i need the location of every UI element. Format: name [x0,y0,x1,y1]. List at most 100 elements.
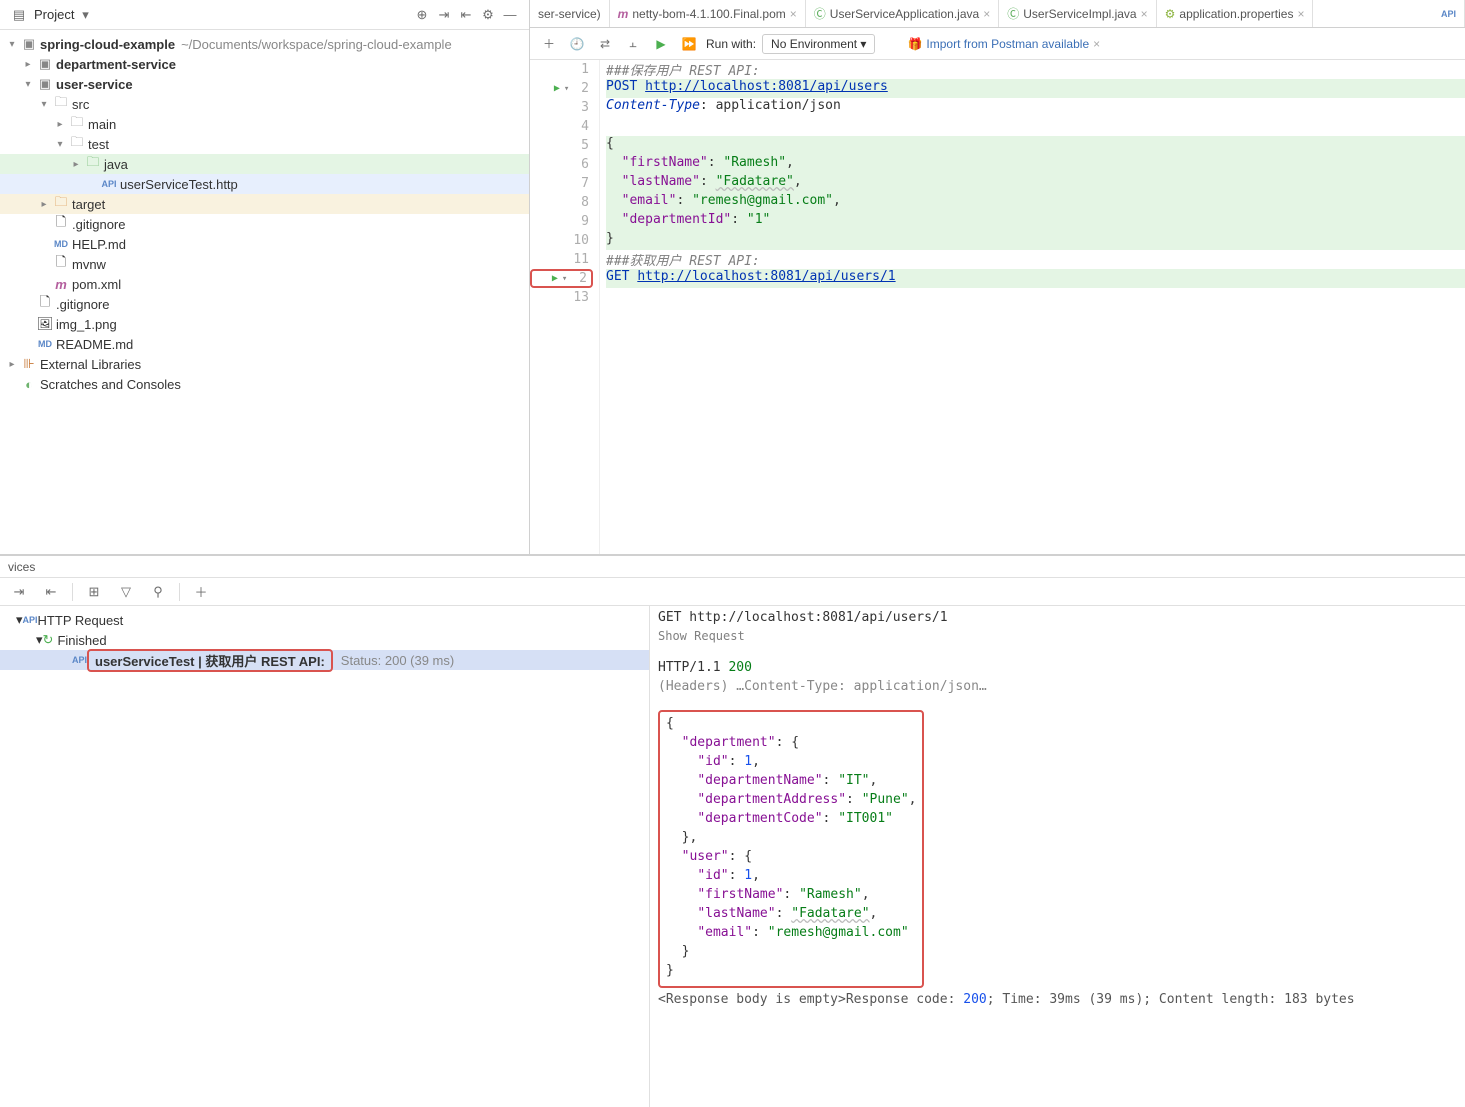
services-status-group[interactable]: ▾ ↻ Finished [0,630,649,650]
hide-icon[interactable]: — [499,4,521,26]
tree-item[interactable]: 🗋 .gitignore [0,294,529,314]
tree-item[interactable]: ▸ ⊪ External Libraries [0,354,529,374]
tree-label: HELP.md [72,237,126,252]
response-status: HTTP/1.1 [658,660,728,675]
tree-item[interactable]: ▾ 🗀 src [0,94,529,114]
code-str: "1" [747,212,770,227]
services-tab-label[interactable]: vices [0,556,1465,578]
request-icon[interactable]: ⫠ [622,33,644,55]
chevron-right-icon[interactable]: ▸ [68,159,84,170]
http-file-icon: API [1441,9,1456,19]
json-str: "IT" [838,773,869,788]
chevron-down-icon[interactable]: ▾ [52,139,68,150]
chevron-right-icon[interactable]: ▸ [36,199,52,210]
tree-item[interactable]: ▾ 🗀 test [0,134,529,154]
locate-icon[interactable]: ⊕ [411,4,433,26]
chevron-right-icon[interactable]: ▸ [4,359,20,370]
tree-item[interactable]: ▸ ▣ department-service [0,54,529,74]
response-footer: <Response body is empty>Response code: 2… [658,992,1457,1011]
project-tree[interactable]: ▾ ▣ spring-cloud-example ~/Documents/wor… [0,30,529,398]
chevron-down-icon[interactable]: ▾ [36,99,52,110]
tree-icon[interactable]: ⊞ [83,581,105,603]
close-icon[interactable]: × [1093,37,1100,51]
tree-item[interactable]: 🗋 .gitignore [0,214,529,234]
history-icon[interactable]: 🕘 [566,33,588,55]
close-icon[interactable]: × [983,7,990,21]
expand-icon[interactable]: ⇥ [433,4,455,26]
tab-text: vices [8,560,35,574]
run-gutter-icon[interactable]: ▶ [552,273,558,284]
code-prop: "departmentId" [622,212,732,227]
gear-icon[interactable]: ⚙ [477,4,499,26]
tree-item[interactable]: ▾ ▣ user-service [0,74,529,94]
services-request-item[interactable]: API userServiceTest | 获取用户 REST API: Sta… [0,650,649,670]
code-prop: "lastName" [622,174,700,189]
code-content[interactable]: ###保存用户 REST API: POST http://localhost:… [600,60,1465,554]
collapse-icon[interactable]: ⇤ [455,4,477,26]
code-url: http://localhost:8081/api/users/1 [637,269,895,284]
response-view[interactable]: GET http://localhost:8081/api/users/1 Sh… [650,606,1465,1107]
tab-label: UserServiceImpl.java [1023,7,1136,21]
add-icon[interactable]: ＋ [190,581,212,603]
brace: } [666,963,916,982]
project-title: Project [34,7,74,22]
run-gutter-icon[interactable]: ▶ [554,83,560,94]
image-icon: 🖼 [36,316,54,332]
tree-label: .gitignore [56,297,109,312]
editor-tab-more[interactable]: API [1433,0,1465,27]
tree-label: test [88,137,109,152]
tree-item[interactable]: ▸ 🗀 java [0,154,529,174]
convert-icon[interactable]: ⇄ [594,33,616,55]
json-key: "user" [682,849,729,864]
code-editor[interactable]: 1 ▶▾ 2 3 4 5 6 7 8 9 10 11 ▶▾ 2 13 ###保存… [530,60,1465,554]
code-str: "remesh@gmail.com" [692,193,833,208]
run-all-icon[interactable]: ⏩ [678,33,700,55]
root-path: ~/Documents/workspace/spring-cloud-examp… [181,37,452,52]
close-icon[interactable]: × [1141,7,1148,21]
editor-tab[interactable]: ⒸUserServiceApplication.java× [806,0,999,27]
http-icon: API [72,655,87,665]
tree-item[interactable]: MD README.md [0,334,529,354]
import-postman-link[interactable]: 🎁 Import from Postman available × [907,37,1100,51]
close-icon[interactable]: × [1297,7,1304,21]
chevron-right-icon[interactable]: ▸ [52,119,68,130]
tree-item[interactable]: 🖼 img_1.png [0,314,529,334]
run-icon[interactable]: ▶ [650,33,672,55]
maven-icon: m [52,277,70,292]
tree-item[interactable]: m pom.xml [0,274,529,294]
filter-icon[interactable]: ▽ [115,581,137,603]
services-label: HTTP Request [38,613,124,628]
json-num: 1 [744,868,752,883]
editor-tab[interactable]: ⚙application.properties× [1157,0,1314,27]
tree-root[interactable]: ▾ ▣ spring-cloud-example ~/Documents/wor… [0,34,529,54]
editor-tab[interactable]: ser-service) [530,0,610,27]
chevron-down-icon[interactable]: ▾ [20,79,36,90]
request-status: Status: 200 (39 ms) [341,653,454,668]
code-keyword: GET [606,269,629,284]
tree-item[interactable]: 🗋 mvnw [0,254,529,274]
project-panel: ▤ Project ▾ ⊕ ⇥ ⇤ ⚙ — ▾ ▣ spring-cloud-e… [0,0,530,554]
collapse-icon[interactable]: ⇤ [40,581,62,603]
tree-item[interactable]: ▸ 🗀 main [0,114,529,134]
env-value: No Environment [771,37,857,51]
services-tree[interactable]: ▾ API HTTP Request ▾ ↻ Finished API user… [0,606,650,1107]
close-icon[interactable]: × [790,7,797,21]
add-icon[interactable]: ＋ [538,33,560,55]
highlighted-gutter-line[interactable]: ▶▾ 2 [530,269,593,288]
chevron-down-icon[interactable]: ▾ [4,39,20,50]
tree-item-selected[interactable]: API userServiceTest.http [0,174,529,194]
env-select[interactable]: No Environment ▾ [762,34,875,54]
chevron-right-icon[interactable]: ▸ [20,59,36,70]
tree-label: External Libraries [40,357,141,372]
tree-item[interactable]: ◐ Scratches and Consoles [0,374,529,394]
dropdown-icon[interactable]: ▾ [74,4,96,26]
editor-tab[interactable]: ⒸUserServiceImpl.java× [999,0,1156,27]
pin-icon[interactable]: ⚲ [147,581,169,603]
services-group[interactable]: ▾ API HTTP Request [0,610,649,630]
tree-item[interactable]: MD HELP.md [0,234,529,254]
show-request-link[interactable]: Show Request [658,629,1457,648]
folder-icon: 🗀 [68,133,86,155]
tree-item[interactable]: ▸ 🗀 target [0,194,529,214]
editor-tab[interactable]: mnetty-bom-4.1.100.Final.pom× [610,0,806,27]
expand-icon[interactable]: ⇥ [8,581,30,603]
